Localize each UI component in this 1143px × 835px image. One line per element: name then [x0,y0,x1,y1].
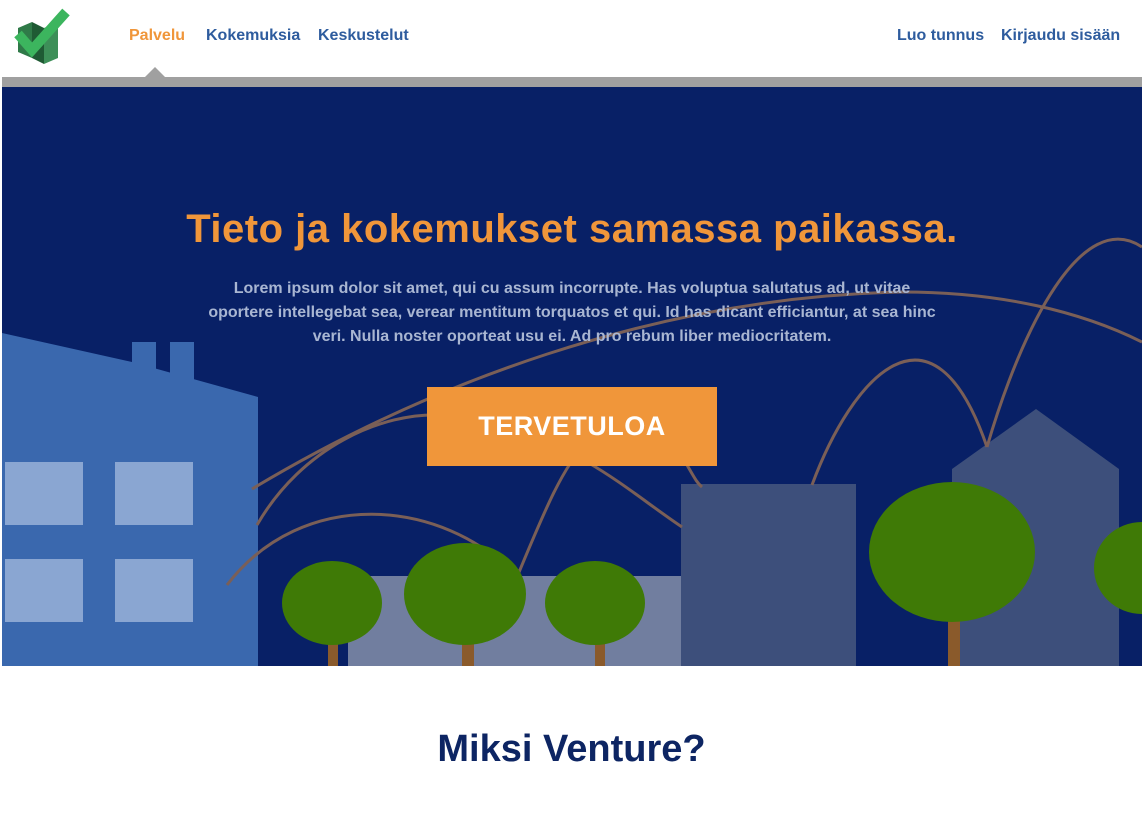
login-link[interactable]: Kirjaudu sisään [1001,27,1120,45]
active-tab-indicator [145,67,165,77]
hero-description: Lorem ipsum dolor sit amet, qui cu assum… [208,280,936,345]
section-title: Miksi Venture? [437,728,706,770]
nav-divider-bar [2,77,1142,87]
register-link[interactable]: Luo tunnus [897,27,984,45]
nav-item-keskustelut[interactable]: Keskustelut [318,27,409,45]
nav-item-palvelu[interactable]: Palvelu [129,27,185,45]
hero-illustration [2,237,1142,666]
nav-item-kokemuksia[interactable]: Kokemuksia [206,27,300,45]
hero-banner: Tieto ja kokemukset samassa paikassa. Lo… [2,87,1142,666]
hero-title: Tieto ja kokemukset samassa paikassa. [186,207,958,251]
logo-icon[interactable] [14,8,72,66]
welcome-button[interactable]: TERVETULOA [427,387,717,466]
top-navigation: Palvelu Kokemuksia Keskustelut Luo tunnu… [0,0,1143,77]
